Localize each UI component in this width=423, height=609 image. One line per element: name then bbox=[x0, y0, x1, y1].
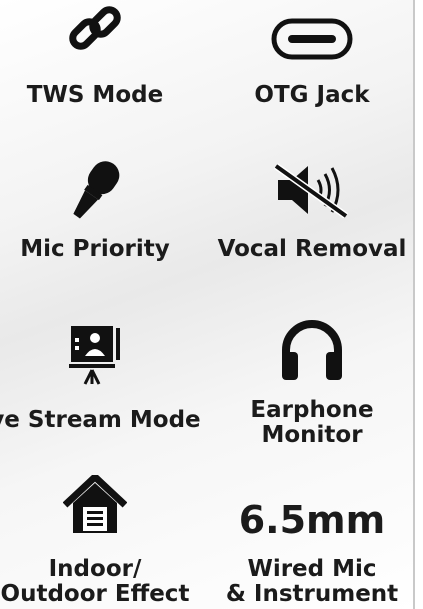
usb-c-port-icon bbox=[271, 18, 353, 60]
feature-label: TWS Mode bbox=[26, 82, 164, 108]
label-line: Earphone bbox=[250, 397, 374, 423]
label-line: Monitor bbox=[261, 422, 363, 448]
feature-wired-mic-instrument: 6.5mm Wired Mic & Instrument bbox=[212, 470, 412, 609]
feature-tws-mode: TWS Mode bbox=[0, 0, 195, 120]
feature-label: Indoor/ Outdoor Effect bbox=[0, 557, 205, 607]
speaker-muted-icon bbox=[273, 163, 349, 218]
feature-label: OTG Jack bbox=[254, 82, 370, 108]
feature-label: Mic Priority bbox=[20, 236, 170, 262]
microphone-icon bbox=[73, 161, 120, 219]
label-line: Outdoor Effect bbox=[0, 581, 190, 607]
feature-earphone-monitor: Earphone Monitor bbox=[212, 310, 412, 448]
feature-vocal-removal: Vocal Removal bbox=[212, 150, 412, 270]
link-icon bbox=[69, 6, 121, 50]
label-line: Wired Mic bbox=[247, 556, 377, 582]
feature-label: ve Stream Mode bbox=[0, 407, 201, 433]
feature-label: Vocal Removal bbox=[217, 236, 407, 262]
house-icon bbox=[63, 475, 127, 533]
headphones-icon bbox=[282, 320, 342, 380]
label-line: & Instrument bbox=[225, 581, 399, 607]
live-stream-screen-icon bbox=[69, 326, 120, 385]
label-line: Indoor/ bbox=[48, 556, 142, 582]
feature-label: Earphone Monitor bbox=[202, 398, 422, 448]
feature-otg-jack: OTG Jack bbox=[212, 0, 412, 120]
feature-live-stream-mode: ve Stream Mode bbox=[0, 310, 201, 440]
feature-indoor-outdoor-effect: Indoor/ Outdoor Effect bbox=[0, 470, 195, 609]
feature-label: Wired Mic & Instrument bbox=[202, 557, 422, 607]
jack-size-text: 6.5mm bbox=[238, 498, 386, 542]
feature-mic-priority: Mic Priority bbox=[0, 150, 195, 270]
